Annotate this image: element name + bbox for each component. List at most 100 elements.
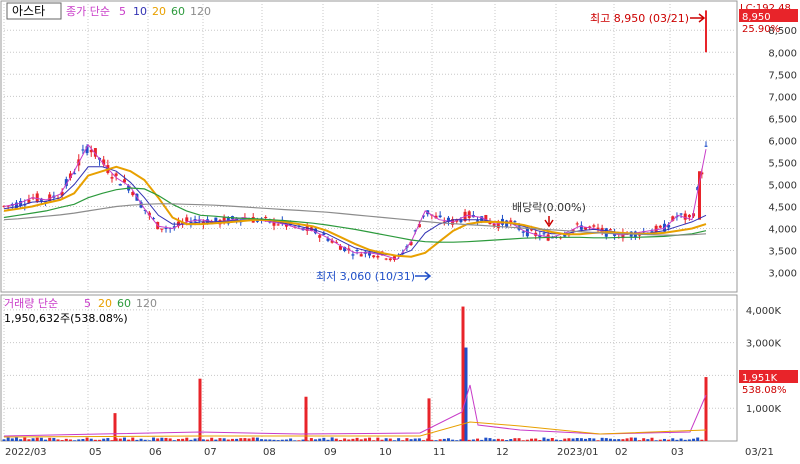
- volume-bar: [31, 438, 35, 441]
- price-tick-label: 7,500: [768, 70, 797, 81]
- volume-bar: [168, 438, 172, 441]
- volume-bar: [542, 437, 546, 441]
- volume-bar: [239, 438, 243, 441]
- volume-bar: [214, 439, 218, 441]
- volume-bar: [671, 438, 675, 441]
- volume-bar: [60, 440, 64, 441]
- volume-bar: [293, 440, 297, 441]
- volume-bar: [625, 438, 629, 441]
- volume-bar: [260, 439, 264, 441]
- volume-bar: [64, 438, 68, 441]
- volume-bar: [147, 440, 151, 441]
- volume-bar: [380, 439, 384, 441]
- ma-legend-20: 20: [152, 5, 166, 18]
- volume-bar: [617, 439, 621, 441]
- volume-bar: [193, 438, 197, 441]
- volume-bar: [500, 439, 504, 441]
- candle-body: [679, 213, 683, 215]
- volume-bar: [554, 439, 558, 441]
- date-tick-label: 2023/01: [557, 447, 599, 458]
- volume-bar: [538, 439, 542, 441]
- volume-bar: [351, 438, 355, 441]
- volume-bar: [139, 438, 143, 441]
- volume-bar: [675, 439, 679, 441]
- volume-bar: [679, 438, 683, 441]
- volume-bar: [438, 439, 442, 441]
- volume-bar: [575, 438, 579, 441]
- volume-spike-bar: [427, 398, 431, 441]
- volume-bar: [268, 439, 272, 441]
- price-tick-label: 6,500: [768, 114, 797, 125]
- volume-bar: [359, 439, 363, 441]
- volume-bar: [434, 440, 438, 441]
- volume-bar: [550, 437, 554, 441]
- volume-bar: [48, 437, 52, 441]
- volume-bar: [384, 438, 388, 441]
- stock-chart-window: 3,000 3,500 4,000 4,500 5,000 5,500 6,000 6,500…: [0, 0, 800, 460]
- volume-bar: [19, 439, 23, 441]
- candle-body: [658, 225, 662, 228]
- price-tick-label: 7,000: [768, 92, 797, 103]
- candle-body: [110, 177, 114, 179]
- volume-bar: [455, 440, 459, 441]
- volume-tick-label: 3,000K: [746, 339, 782, 350]
- volume-bar: [683, 439, 687, 441]
- volume-bar: [206, 439, 210, 441]
- candle-body: [704, 145, 708, 147]
- volume-bar: [301, 439, 305, 441]
- volume-bar: [6, 437, 10, 441]
- volume-bar: [629, 437, 633, 441]
- volume-bar: [243, 438, 247, 441]
- annotation-ex-dividend: 배당락(0.00%): [512, 201, 586, 214]
- candle-body: [359, 254, 363, 257]
- volume-bar: [122, 437, 126, 441]
- candle-body: [683, 213, 687, 220]
- volume-bar: [98, 439, 102, 441]
- candle-body: [164, 228, 168, 230]
- volume-bar: [517, 438, 521, 441]
- date-tick-label: 2022/03: [5, 447, 47, 458]
- volume-info: 1,950,632주(538.08%): [4, 312, 128, 325]
- volume-bar: [143, 439, 147, 441]
- volume-bar: [442, 438, 446, 441]
- volume-bar: [2, 439, 6, 441]
- volume-bar: [592, 438, 596, 441]
- volume-bar: [650, 437, 654, 441]
- volume-bar: [405, 438, 409, 441]
- volume-bar: [218, 438, 222, 441]
- candle-body: [376, 255, 380, 258]
- volume-bar: [388, 438, 392, 441]
- volume-bar: [343, 438, 347, 441]
- price-tick-label: 5,500: [768, 158, 797, 169]
- vol-legend-label: 거래량 단순: [4, 297, 58, 310]
- volume-bar: [588, 438, 592, 441]
- volume-bar: [189, 439, 193, 441]
- candle-body: [438, 215, 442, 218]
- candle-body: [542, 233, 546, 235]
- volume-bar: [235, 438, 239, 441]
- candle-body: [521, 231, 525, 233]
- date-tick-label: 12: [496, 447, 509, 458]
- volume-bar: [284, 439, 288, 441]
- volume-bar: [156, 438, 160, 441]
- volume-bar: [272, 439, 276, 441]
- volume-bar: [226, 439, 230, 441]
- volume-bar: [546, 438, 550, 441]
- volume-bar: [567, 438, 571, 441]
- volume-bar: [476, 438, 480, 441]
- volume-bar: [696, 437, 700, 441]
- price-panel-frame: [0, 0, 738, 293]
- volume-bar: [608, 438, 612, 441]
- volume-bar: [368, 437, 372, 441]
- vol-legend-5: 5: [84, 297, 91, 310]
- ma-legend-5: 5: [119, 5, 126, 18]
- price-tick-label: 3,000: [768, 269, 797, 280]
- candle-body: [114, 173, 118, 176]
- price-current-value: 8,950: [742, 12, 771, 23]
- date-tick-label: 06: [149, 447, 162, 458]
- volume-bar: [68, 439, 72, 441]
- price-tick-label: 8,000: [768, 48, 797, 59]
- volume-bar: [35, 437, 39, 441]
- volume-bar: [81, 439, 85, 441]
- volume-axis-labels: 1,000K2,000K3,000K4,000K: [746, 306, 782, 415]
